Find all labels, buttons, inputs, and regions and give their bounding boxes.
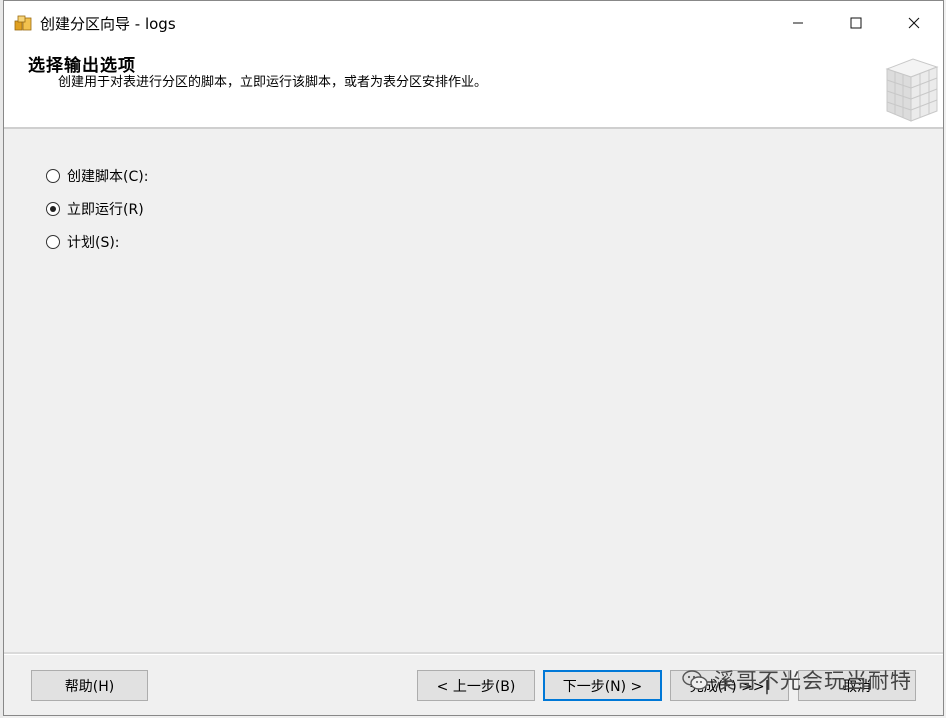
table-cube-icon: [885, 58, 939, 122]
window-title: 创建分区向导 - logs: [40, 15, 176, 33]
page-description: 创建用于对表进行分区的脚本，立即运行该脚本，或者为表分区安排作业。: [58, 75, 488, 90]
back-button[interactable]: < 上一步(B): [417, 670, 535, 701]
create-script-radio[interactable]: [46, 168, 60, 183]
close-icon: [908, 17, 920, 29]
title-bar: 创建分区向导 - logs: [4, 1, 943, 45]
schedule-label: 计划(S):: [67, 234, 120, 251]
wizard-window: 创建分区向导 - logs 选择输出选项 创建用于对表进行分区的脚本，立即运行该…: [3, 0, 944, 716]
option-schedule[interactable]: 计划(S):: [46, 225, 148, 258]
next-button[interactable]: 下一步(N) >: [543, 670, 662, 701]
run-immediately-radio[interactable]: [46, 201, 60, 216]
cancel-button[interactable]: 取消: [798, 670, 916, 701]
footer-divider: [4, 652, 943, 655]
option-run-immediately[interactable]: 立即运行(R): [46, 192, 148, 225]
close-button[interactable]: [885, 1, 943, 45]
partition-wizard-app-icon: [14, 15, 32, 31]
maximize-button[interactable]: [827, 1, 885, 45]
minimize-icon: [793, 22, 803, 24]
minimize-button[interactable]: [769, 1, 827, 45]
option-create-script[interactable]: 创建脚本(C):: [46, 159, 148, 192]
wizard-header: 选择输出选项 创建用于对表进行分区的脚本，立即运行该脚本，或者为表分区安排作业。: [4, 45, 943, 129]
create-script-label: 创建脚本(C):: [67, 168, 149, 185]
output-options-group: 创建脚本(C): 立即运行(R) 计划(S):: [46, 159, 148, 258]
schedule-radio[interactable]: [46, 234, 60, 249]
maximize-icon: [850, 17, 862, 29]
finish-button[interactable]: 完成(F) >>|: [670, 670, 789, 701]
help-button[interactable]: 帮助(H): [31, 670, 148, 701]
run-immediately-label: 立即运行(R): [67, 201, 144, 218]
